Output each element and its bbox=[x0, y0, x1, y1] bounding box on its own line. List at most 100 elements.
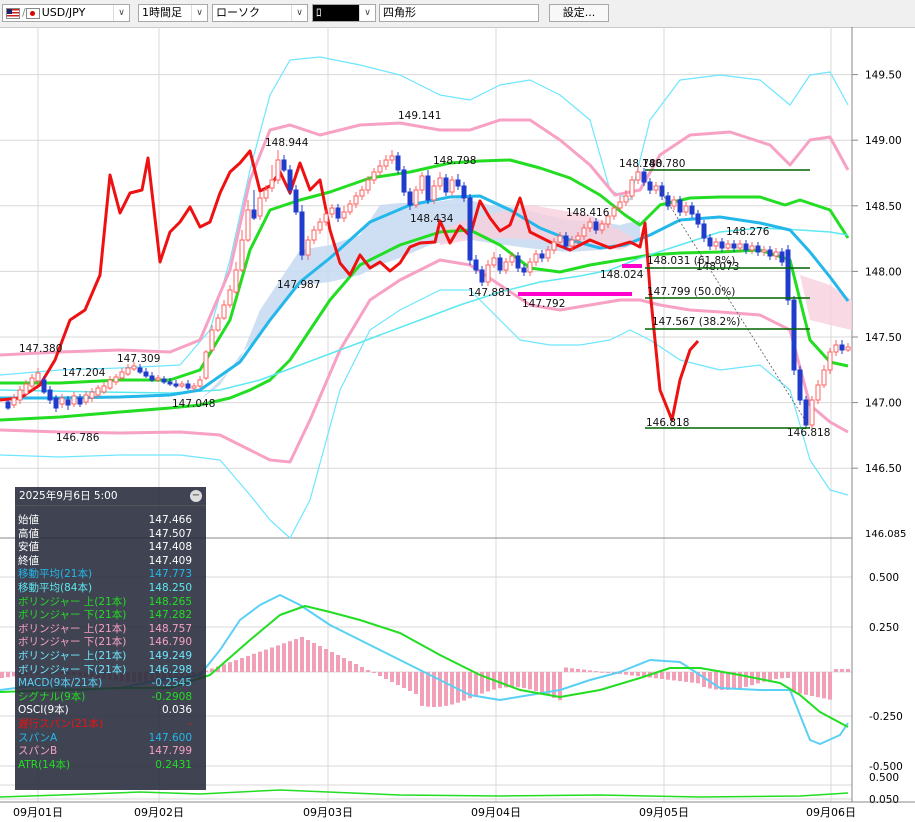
osci-bar bbox=[330, 652, 334, 672]
osci-bar bbox=[312, 643, 316, 672]
candle-down bbox=[743, 243, 749, 251]
osci-bar bbox=[486, 672, 490, 692]
osci-bar bbox=[324, 649, 328, 672]
info-row: ボリンジャー 下(21本) 146.790 bbox=[15, 636, 206, 650]
osci-bar bbox=[528, 672, 532, 690]
osci-bar bbox=[420, 672, 424, 706]
candle-down bbox=[641, 171, 647, 183]
candle-down bbox=[185, 383, 191, 389]
settings-button[interactable]: 設定... bbox=[549, 4, 609, 22]
info-row-value: -0.2545 bbox=[151, 677, 192, 690]
osci-bar bbox=[798, 672, 802, 694]
candle-down bbox=[137, 367, 143, 373]
candle-up bbox=[617, 201, 623, 209]
info-panel-title: 2025年9月6日 5:00 bbox=[19, 490, 118, 502]
candle-up bbox=[413, 189, 419, 206]
candle-up bbox=[107, 379, 113, 389]
candle-down bbox=[563, 235, 569, 247]
currency-pair-label: USD/JPY bbox=[41, 6, 86, 19]
info-row-label: シグナル(9本) bbox=[18, 690, 86, 703]
osci-bar bbox=[786, 672, 790, 679]
osci-bar bbox=[780, 672, 784, 679]
candle-up bbox=[89, 391, 95, 399]
candle-up bbox=[773, 251, 779, 257]
candle-down bbox=[335, 207, 341, 219]
candle-up bbox=[353, 195, 359, 205]
candle-up bbox=[311, 229, 317, 241]
osci-bar bbox=[222, 664, 226, 672]
candle-up bbox=[551, 241, 557, 251]
info-row-value: 148.250 bbox=[148, 581, 192, 594]
info-row-value: 148.265 bbox=[148, 595, 192, 608]
info-row-label: ボリンジャー 上(21本) bbox=[18, 595, 127, 608]
info-row-value: 148.757 bbox=[148, 622, 192, 635]
info-row-value: 147.773 bbox=[148, 568, 192, 581]
osci-bar bbox=[744, 672, 748, 687]
candle-up bbox=[377, 165, 383, 173]
candle-up bbox=[263, 189, 269, 199]
candle-up bbox=[599, 223, 605, 231]
candle-down bbox=[779, 251, 785, 263]
candle-up bbox=[119, 371, 125, 379]
candle-up bbox=[197, 379, 203, 387]
osci-bar bbox=[678, 672, 682, 682]
osci-bar bbox=[522, 672, 526, 689]
candle-up bbox=[671, 199, 677, 207]
candle-down bbox=[407, 191, 413, 206]
osci-bar bbox=[564, 667, 568, 672]
candle-up bbox=[101, 385, 107, 393]
info-row: 高値 147.507 bbox=[15, 528, 206, 542]
candle-down bbox=[65, 399, 71, 406]
osci-bar bbox=[396, 672, 400, 685]
candle-up bbox=[155, 377, 161, 381]
candle-down bbox=[455, 179, 461, 187]
candle-down bbox=[173, 383, 179, 387]
osci-bar bbox=[816, 672, 820, 698]
osci-bar bbox=[342, 658, 346, 672]
date-axis-label: 09月01日 bbox=[13, 806, 63, 819]
info-row: ボリンジャー 下(21本) 146.298 bbox=[15, 664, 206, 678]
cloud-area-right bbox=[800, 275, 852, 330]
date-axis-label: 09月02日 bbox=[134, 806, 184, 819]
candle-up bbox=[59, 397, 65, 405]
candle-up bbox=[329, 207, 335, 215]
minimize-icon[interactable]: − bbox=[190, 490, 202, 502]
price-label-high-9: 148.780 bbox=[642, 158, 685, 170]
candle-up bbox=[83, 394, 89, 403]
osci-bar bbox=[258, 651, 262, 672]
info-row: 終値 147.409 bbox=[15, 555, 206, 569]
osci-bar bbox=[306, 640, 310, 672]
osci-bar bbox=[294, 639, 298, 672]
drawing-tool-select[interactable]: ﾛ ∨ bbox=[312, 4, 376, 22]
osci-bar bbox=[810, 672, 814, 696]
price-axis-label: 147.50 bbox=[865, 332, 902, 344]
candle-up bbox=[203, 351, 209, 379]
info-row-label: OSCI(9本) bbox=[18, 704, 69, 717]
candle-up bbox=[113, 376, 119, 383]
price-label-high-2: 147.204 bbox=[62, 367, 106, 379]
candle-up bbox=[29, 377, 35, 387]
osci-bar bbox=[438, 672, 442, 707]
chart-type-select[interactable]: ローソク ∨ bbox=[212, 4, 308, 22]
candle-down bbox=[5, 401, 11, 409]
toolbar: / USD/JPY ∨ 1時間足 ∨ ローソク ∨ ﾛ ∨ 四角形 設定... bbox=[0, 0, 915, 28]
price-axis-label: 149.00 bbox=[865, 135, 902, 147]
info-row-value: 147.409 bbox=[148, 554, 192, 567]
candle-up bbox=[623, 195, 629, 203]
timeframe-select[interactable]: 1時間足 ∨ bbox=[138, 4, 208, 22]
osci-bar bbox=[516, 672, 520, 688]
price-axis-label: 148.50 bbox=[865, 201, 902, 213]
candle-down bbox=[425, 175, 431, 201]
info-row-label: ボリンジャー 下(21本) bbox=[18, 636, 127, 649]
osci-bar bbox=[540, 672, 544, 694]
osci-bar bbox=[348, 661, 352, 672]
osci-bar bbox=[0, 672, 4, 678]
info-panel: 2025年9月6日 5:00 − 始値 147.466 高値 147.507 安値 147… bbox=[15, 487, 206, 790]
info-row-label: スパンA bbox=[18, 731, 58, 744]
price-label-high-4: 148.944 bbox=[265, 137, 309, 149]
currency-pair-select[interactable]: / USD/JPY ∨ bbox=[2, 4, 130, 22]
candle-up bbox=[419, 175, 425, 191]
candle-up bbox=[815, 384, 821, 401]
candle-up bbox=[11, 397, 17, 406]
info-row: 遅行スパン(21本) - bbox=[15, 718, 206, 732]
